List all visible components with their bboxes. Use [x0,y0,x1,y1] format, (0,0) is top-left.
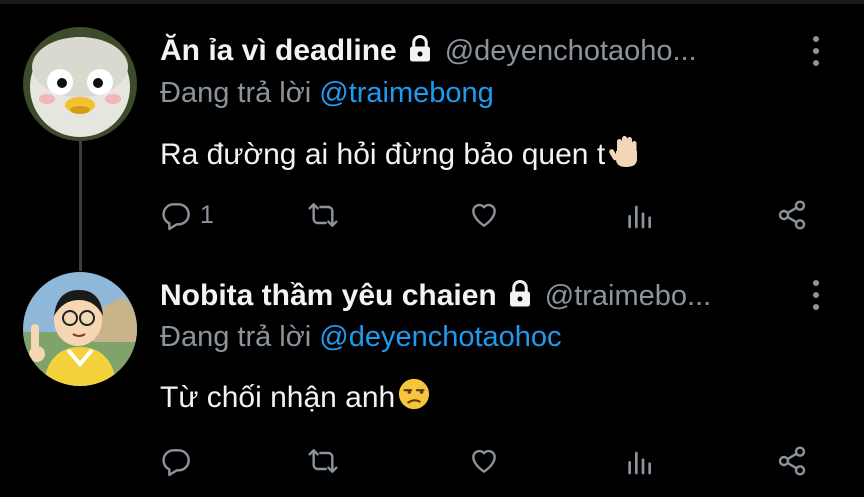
share-button[interactable] [776,195,808,235]
heart-icon [467,445,501,477]
display-name[interactable]: Ăn ỉa vì deadline [160,34,397,68]
tweet[interactable]: Ăn ỉa vì deadline @deyenchotaoho... Đang… [0,0,864,271]
analytics-button[interactable] [623,441,655,481]
reply-button[interactable] [160,441,200,481]
avatar[interactable] [23,272,137,386]
reply-mention-link[interactable]: @deyenchotaohoc [319,321,561,353]
tweet-actions: 1 [0,195,864,235]
lock-icon [505,279,535,314]
retweet-button[interactable] [305,441,341,481]
more-options-icon[interactable] [808,280,824,310]
tweet-actions [0,441,864,481]
tweet-text-content: Từ chối nhận anh [160,381,396,414]
tweet-text-content: Ra đường ai hỏi đừng bảo quen t [160,138,606,171]
replying-prefix: Đang trả lời [160,77,312,109]
analytics-icon [623,445,655,477]
replying-to-line: Đang trả lời @traimebong [160,77,494,110]
avatar[interactable] [23,27,137,141]
display-name[interactable]: Nobita thầm yêu chaien [160,279,497,313]
more-options-icon[interactable] [808,36,824,66]
raised-hand-icon [607,133,643,177]
replying-to-line: Đang trả lời @deyenchotaohoc [160,321,562,354]
tweet-text: Từ chối nhận anh [160,377,431,419]
reply-icon [160,199,192,231]
tweet-text: Ra đường ai hỏi đừng bảo quen t [160,133,643,177]
share-icon [776,445,808,477]
reply-count: 1 [200,200,214,229]
like-button[interactable] [467,441,501,481]
unamused-face-icon [397,377,431,419]
reply-mention-link[interactable]: @traimebong [319,77,494,109]
lock-icon [405,34,435,69]
tweet-header: Nobita thầm yêu chaien @traimebo... [160,276,711,316]
tweet[interactable]: Nobita thầm yêu chaien @traimebo... Đang… [0,250,864,497]
share-icon [776,199,808,231]
reply-icon [160,445,192,477]
reply-button[interactable]: 1 [160,195,214,235]
analytics-icon [623,199,655,231]
share-button[interactable] [776,441,808,481]
handle[interactable]: @deyenchotaoho... [445,35,697,68]
retweet-icon [305,199,341,231]
handle[interactable]: @traimebo... [545,280,711,313]
retweet-icon [305,445,341,477]
replying-prefix: Đang trả lời [160,321,312,353]
retweet-button[interactable] [305,195,341,235]
analytics-button[interactable] [623,195,655,235]
tweet-header: Ăn ỉa vì deadline @deyenchotaoho... [160,31,697,71]
like-button[interactable] [467,195,501,235]
heart-icon [467,199,501,231]
